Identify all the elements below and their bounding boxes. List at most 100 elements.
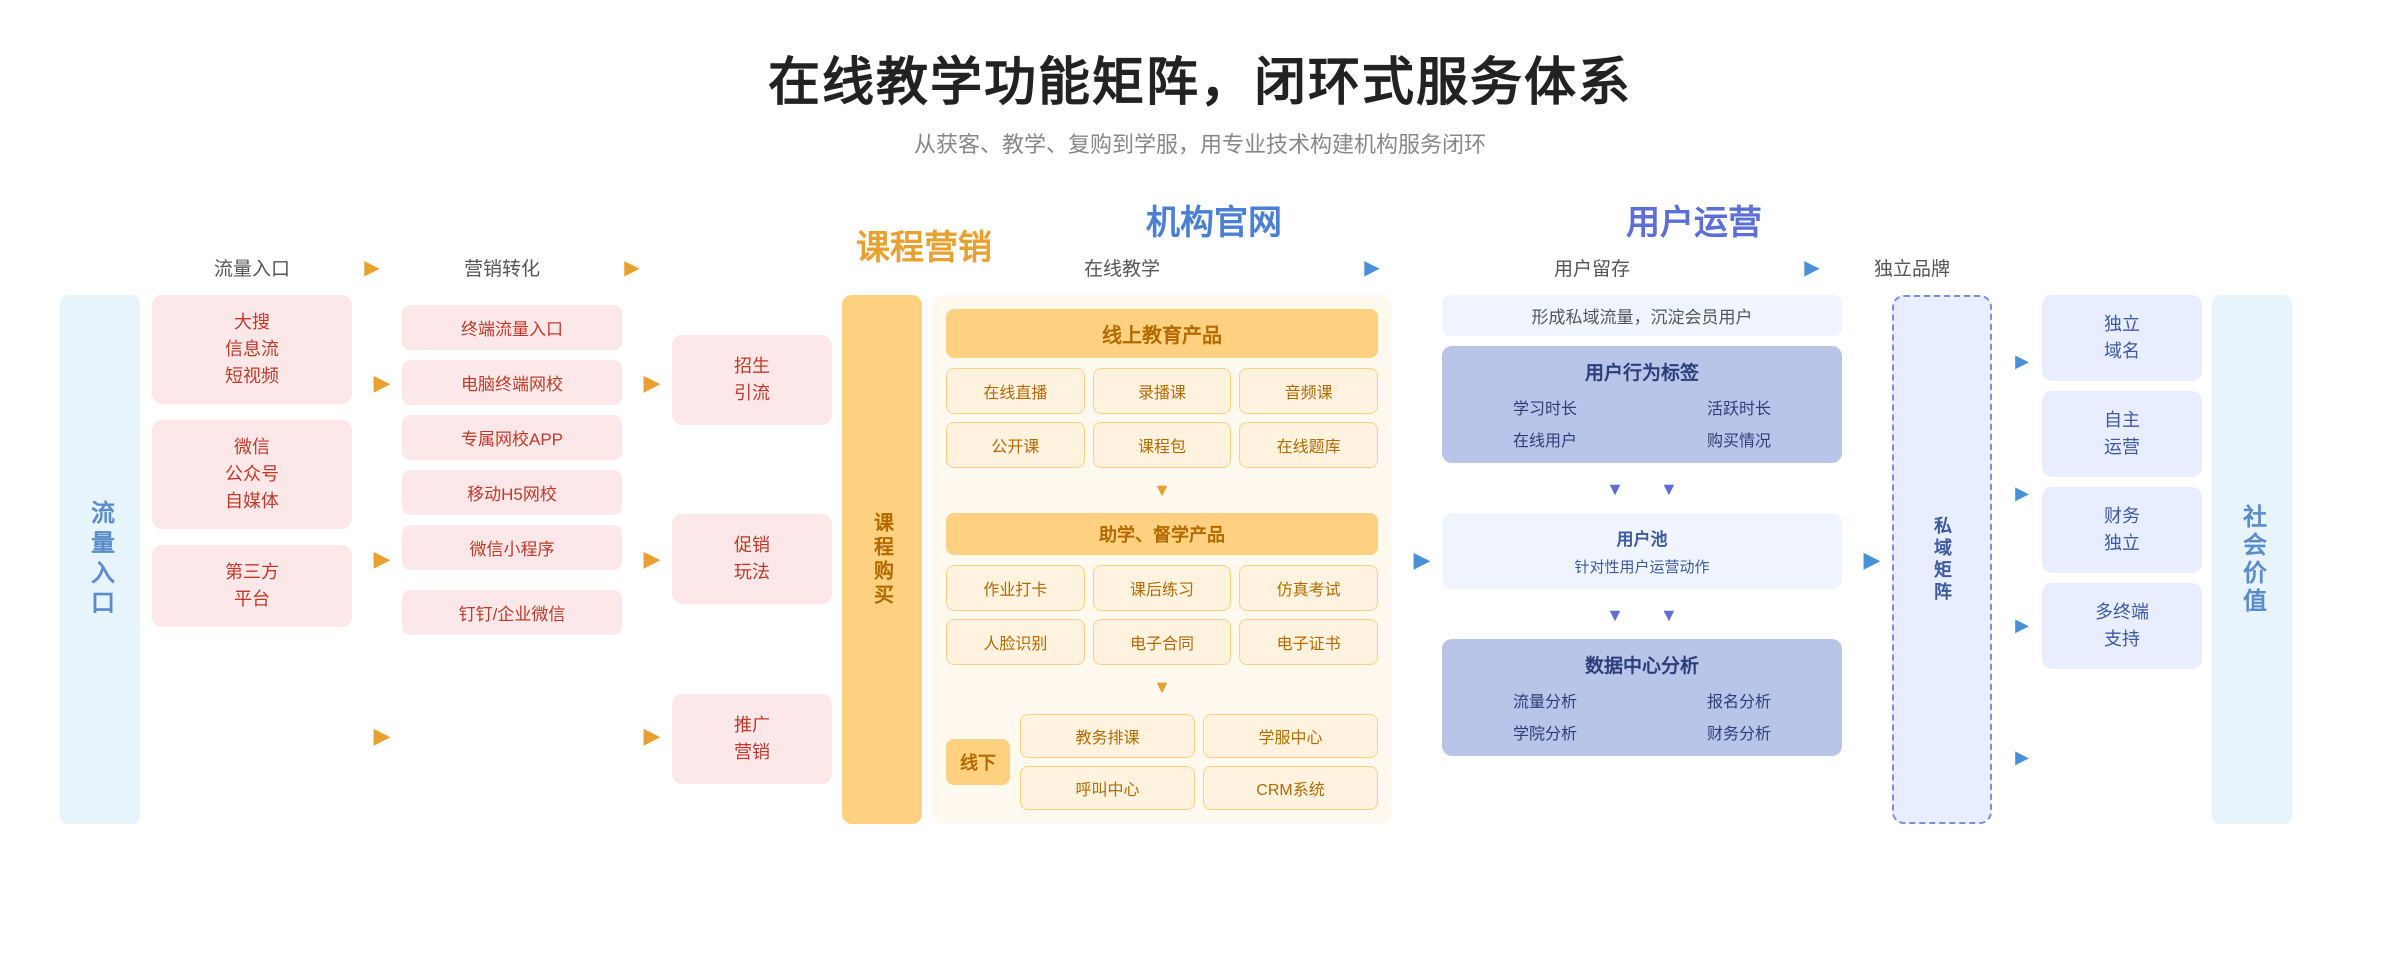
arrow-1c: ▶ — [374, 723, 391, 749]
mkt-item-2: 专属网校APP — [402, 415, 622, 460]
brand-item-3: 多终端 支持 — [2042, 583, 2202, 669]
arrow-col-4: ▶ — [1852, 295, 1892, 824]
diagram-wrapper: 课程营销 机构官网 用户运营 流量入口 ▶ 营销转化 ▶ 在线教学 ▶ 用户留存… — [60, 195, 2340, 824]
assist-cell-5: 电子证书 — [1239, 619, 1378, 665]
ot-cell-2: 音频课 — [1239, 368, 1378, 414]
page-title: 在线教学功能矩阵，闭环式服务体系 — [60, 40, 2340, 115]
category-marketing: 课程营销 — [856, 229, 992, 267]
online-teach-col: 线上教育产品 在线直播 录播课 音频课 公开课 课程包 在线题库 ▼ 助学、督学… — [932, 295, 1392, 824]
promo-item-1: 促销 玩法 — [672, 514, 832, 604]
ot-cell-5: 在线题库 — [1239, 422, 1378, 468]
ur-b-cell-2: 在线用户 — [1452, 427, 1638, 451]
ur-d-cell-0: 流量分析 — [1452, 688, 1638, 712]
ur-data-box: 数据中心分析 流量分析 报名分析 学院分析 财务分析 — [1442, 639, 1842, 756]
ur-behavior-title: 用户行为标签 — [1452, 358, 1832, 385]
ur-pool-box: 用户池 针对性用户运营动作 — [1442, 513, 1842, 589]
ot-cell-4: 课程包 — [1093, 422, 1232, 468]
down-arrow-1: ▼ — [946, 480, 1378, 501]
ot-cell-1: 录播课 — [1093, 368, 1232, 414]
ur-behavior-box: 用户行为标签 学习时长 活跃时长 在线用户 购买情况 — [1442, 346, 1842, 463]
ur-down-arrow-2: ▼ ▼ — [1442, 601, 1842, 627]
offline-grid: 教务排课 学服中心 呼叫中心 CRM系统 — [1020, 714, 1378, 810]
assist-header: 助学、督学产品 — [946, 513, 1378, 555]
ur-down-arrow-1: ▼ ▼ — [1442, 475, 1842, 501]
ur-d-cell-3: 财务分析 — [1646, 720, 1832, 744]
flow-arrow-4: ▶ — [1804, 257, 1819, 279]
left-label-traffic: 流量入口 — [60, 295, 140, 824]
ot-cell-0: 在线直播 — [946, 368, 1085, 414]
arrow-col-2: ▶ ▶ ▶ — [632, 295, 672, 824]
promo-col: 招生 引流 促销 玩法 推广 营销 — [672, 295, 832, 824]
arrow-1b: ▶ — [374, 546, 391, 572]
category-user-ops: 用户运营 — [1626, 204, 1762, 242]
promo-item-0: 招生 引流 — [672, 335, 832, 425]
assist-cell-0: 作业打卡 — [946, 565, 1085, 611]
assist-cell-3: 人脸识别 — [946, 619, 1085, 665]
arrow-col-3: ▶ — [1402, 295, 1442, 824]
flow-label-mktconv: 营销转化 — [464, 259, 540, 280]
offline-cell-3: CRM系统 — [1203, 766, 1378, 810]
flow-label-brand: 独立品牌 — [1874, 259, 1950, 280]
arrow-3: ▶ — [1414, 547, 1431, 573]
mkt-conv-col: 终端流量入口 电脑终端网校 专属网校APP 移动H5网校 微信小程序 钉钉/企业… — [402, 295, 622, 824]
arrow-5c: ▶ — [2015, 615, 2029, 636]
user-retain-col: 形成私域流量，沉淀会员用户 用户行为标签 学习时长 活跃时长 在线用户 购买情况… — [1442, 295, 1842, 824]
mkt-item-5: 钉钉/企业微信 — [402, 590, 622, 635]
brand-col: 独立 域名 自主 运营 财务 独立 多终端 支持 — [2042, 295, 2202, 824]
course-buy-box: 课程购买 — [842, 295, 922, 824]
assist-cell-2: 仿真考试 — [1239, 565, 1378, 611]
page-subtitle: 从获客、教学、复购到学服，用专业技术构建机构服务闭环 — [60, 127, 2340, 159]
main-layout: 流量入口 大搜 信息流 短视频 微信 公众号 自媒体 第三方 平台 — [60, 295, 2340, 824]
ur-data-grid: 流量分析 报名分析 学院分析 财务分析 — [1452, 688, 1832, 744]
online-prod-grid: 在线直播 录播课 音频课 公开课 课程包 在线题库 — [946, 368, 1378, 468]
offline-cell-0: 教务排课 — [1020, 714, 1195, 758]
traffic-sources-col: 大搜 信息流 短视频 微信 公众号 自媒体 第三方 平台 — [152, 295, 352, 824]
assist-cell-4: 电子合同 — [1093, 619, 1232, 665]
promo-item-2: 推广 营销 — [672, 694, 832, 784]
mkt-item-4: 微信小程序 — [402, 525, 622, 570]
arrow-2c: ▶ — [644, 723, 661, 749]
ur-pool-title: 用户池 — [1452, 525, 1832, 550]
offline-cell-2: 呼叫中心 — [1020, 766, 1195, 810]
mkt-item-1: 电脑终端网校 — [402, 360, 622, 405]
offline-label: 线下 — [946, 739, 1010, 785]
arrow-4: ▶ — [1864, 547, 1881, 573]
offline-cell-1: 学服中心 — [1203, 714, 1378, 758]
ur-b-cell-0: 学习时长 — [1452, 395, 1638, 419]
ur-top-text: 形成私域流量，沉淀会员用户 — [1442, 295, 1842, 336]
mkt-item-0: 终端流量入口 — [402, 305, 622, 350]
flow-arrow-1: ▶ — [364, 257, 379, 279]
header: 在线教学功能矩阵，闭环式服务体系 从获客、教学、复购到学服，用专业技术构建机构服… — [60, 40, 2340, 159]
down-arrow-2: ▼ — [946, 677, 1378, 698]
brand-item-0: 独立 域名 — [2042, 295, 2202, 381]
mkt-item-3: 移动H5网校 — [402, 470, 622, 515]
traffic-source-0: 大搜 信息流 短视频 — [152, 295, 352, 404]
ot-cell-3: 公开课 — [946, 422, 1085, 468]
ur-pool-sub: 针对性用户运营动作 — [1452, 556, 1832, 577]
assist-grid: 作业打卡 课后练习 仿真考试 人脸识别 电子合同 电子证书 — [946, 565, 1378, 665]
arrow-5a: ▶ — [2015, 351, 2029, 372]
ur-d-cell-2: 学院分析 — [1452, 720, 1638, 744]
traffic-source-1: 微信 公众号 自媒体 — [152, 420, 352, 529]
arrow-2b: ▶ — [644, 546, 661, 572]
private-matrix-box: 私域矩阵 — [1892, 295, 1992, 824]
arrow-5d: ▶ — [2015, 747, 2029, 768]
offline-row: 线下 教务排课 学服中心 呼叫中心 CRM系统 — [946, 714, 1378, 810]
ur-b-cell-1: 活跃时长 — [1646, 395, 1832, 419]
brand-item-1: 自主 运营 — [2042, 391, 2202, 477]
arrow-col-1: ▶ ▶ ▶ — [362, 295, 402, 824]
flow-label-traffic: 流量入口 — [214, 259, 290, 280]
traffic-source-2: 第三方 平台 — [152, 545, 352, 627]
ur-d-cell-1: 报名分析 — [1646, 688, 1832, 712]
flow-label-retain: 用户留存 — [1554, 259, 1630, 280]
ur-behavior-grid: 学习时长 活跃时长 在线用户 购买情况 — [1452, 395, 1832, 451]
arrow-1a: ▶ — [374, 370, 391, 396]
arrow-5b: ▶ — [2015, 483, 2029, 504]
page-container: 在线教学功能矩阵，闭环式服务体系 从获客、教学、复购到学服，用专业技术构建机构服… — [0, 0, 2400, 974]
ur-b-cell-3: 购买情况 — [1646, 427, 1832, 451]
right-label-social: 社会价值 — [2212, 295, 2292, 824]
arrow-col-5: ▶ ▶ ▶ ▶ — [2002, 295, 2042, 824]
brand-item-2: 财务 独立 — [2042, 487, 2202, 573]
arrow-2a: ▶ — [644, 370, 661, 396]
ur-data-title: 数据中心分析 — [1452, 651, 1832, 678]
